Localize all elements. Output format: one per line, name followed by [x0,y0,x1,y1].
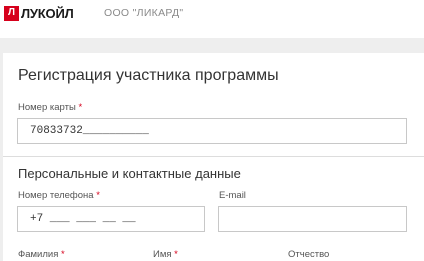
top-bar: Л ЛУКОЙЛ ООО "ЛИКАРД" [0,0,424,38]
patronymic-label: Отчество [288,249,330,260]
required-marker: * [60,249,65,260]
phone-input[interactable]: +7 ___ ___ __ __ [17,206,205,232]
surname-label: Фамилия * [18,249,65,260]
brand-name: ЛУКОЙЛ [21,5,74,21]
card-number-value: 70833732__________ [30,125,149,137]
page-title: Регистрация участника программы [18,67,279,84]
name-label: Имя * [153,249,178,260]
required-marker: * [96,190,100,201]
company-name: ООО "ЛИКАРД" [104,7,184,19]
email-input[interactable] [218,206,407,232]
lukoil-logo-icon: Л [4,5,19,21]
phone-value: +7 ___ ___ __ __ [30,213,136,225]
phone-label: Номер телефона * [18,190,100,201]
lukoil-logo[interactable]: Л ЛУКОЙЛ [4,5,74,21]
section-divider [3,156,424,157]
card-number-input[interactable]: 70833732__________ [17,118,407,144]
section-title: Персональные и контактные данные [18,166,241,181]
required-marker: * [78,102,83,113]
required-marker: * [174,249,178,260]
card-number-label: Номер карты * [18,102,83,113]
email-label: E-mail [219,190,246,201]
